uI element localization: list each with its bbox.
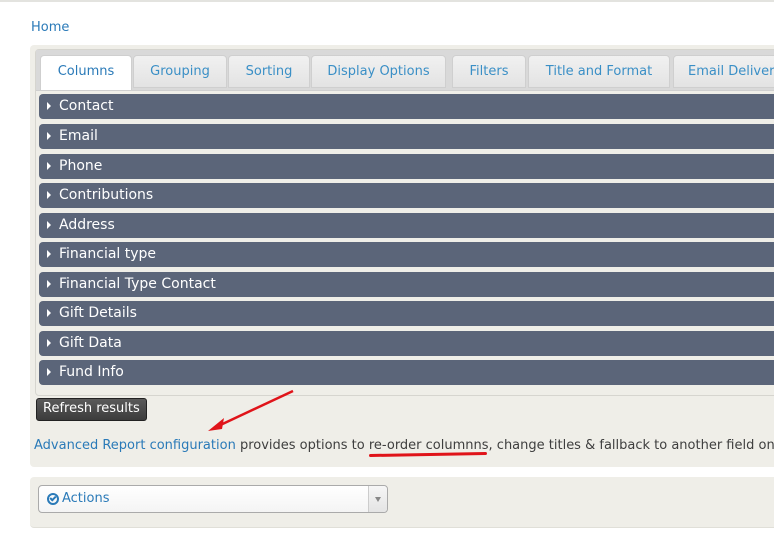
- tab-grouping[interactable]: Grouping: [133, 55, 227, 88]
- chevron-down-icon[interactable]: [368, 486, 387, 512]
- tab-title-and-format[interactable]: Title and Format: [528, 55, 670, 88]
- highlighted-text: re-order columnns: [368, 438, 489, 453]
- breadcrumb-home[interactable]: Home: [31, 20, 69, 35]
- refresh-results-button[interactable]: Refresh results: [36, 398, 147, 421]
- expand-arrow-icon: [47, 368, 51, 376]
- section-email[interactable]: Email: [39, 124, 774, 149]
- expand-arrow-icon: [47, 280, 51, 288]
- section-fund-info[interactable]: Fund Info: [39, 360, 774, 385]
- expand-arrow-icon: [47, 221, 51, 229]
- expand-arrow-icon: [47, 191, 51, 199]
- section-contact[interactable]: Contact: [39, 94, 774, 119]
- expand-arrow-icon: [47, 250, 51, 258]
- expand-arrow-icon: [47, 162, 51, 170]
- expand-arrow-icon: [47, 309, 51, 317]
- tab-display-options[interactable]: Display Options: [311, 55, 446, 88]
- expand-arrow-icon: [47, 102, 51, 110]
- tab-columns[interactable]: Columns: [40, 55, 132, 90]
- advanced-config-note: Advanced Report configuration provides o…: [34, 438, 774, 453]
- advanced-report-configuration-link[interactable]: Advanced Report configuration: [34, 438, 236, 453]
- top-border: [0, 0, 774, 2]
- check-circle-icon: [47, 493, 59, 505]
- tab-filters[interactable]: Filters: [452, 55, 526, 88]
- section-financial-type[interactable]: Financial type: [39, 242, 774, 267]
- section-address[interactable]: Address: [39, 213, 774, 238]
- section-gift-data[interactable]: Gift Data: [39, 331, 774, 356]
- section-financial-type-contact[interactable]: Financial Type Contact: [39, 272, 774, 297]
- actions-select[interactable]: Actions: [38, 485, 388, 513]
- expand-arrow-icon: [47, 339, 51, 347]
- section-contributions[interactable]: Contributions: [39, 183, 774, 208]
- tab-sorting[interactable]: Sorting: [228, 55, 310, 88]
- section-phone[interactable]: Phone: [39, 154, 774, 179]
- tab-email-delivery[interactable]: Email Delivery: [673, 55, 774, 88]
- section-gift-details[interactable]: Gift Details: [39, 301, 774, 326]
- expand-arrow-icon: [47, 132, 51, 140]
- annotation-arrow-icon: [208, 389, 294, 431]
